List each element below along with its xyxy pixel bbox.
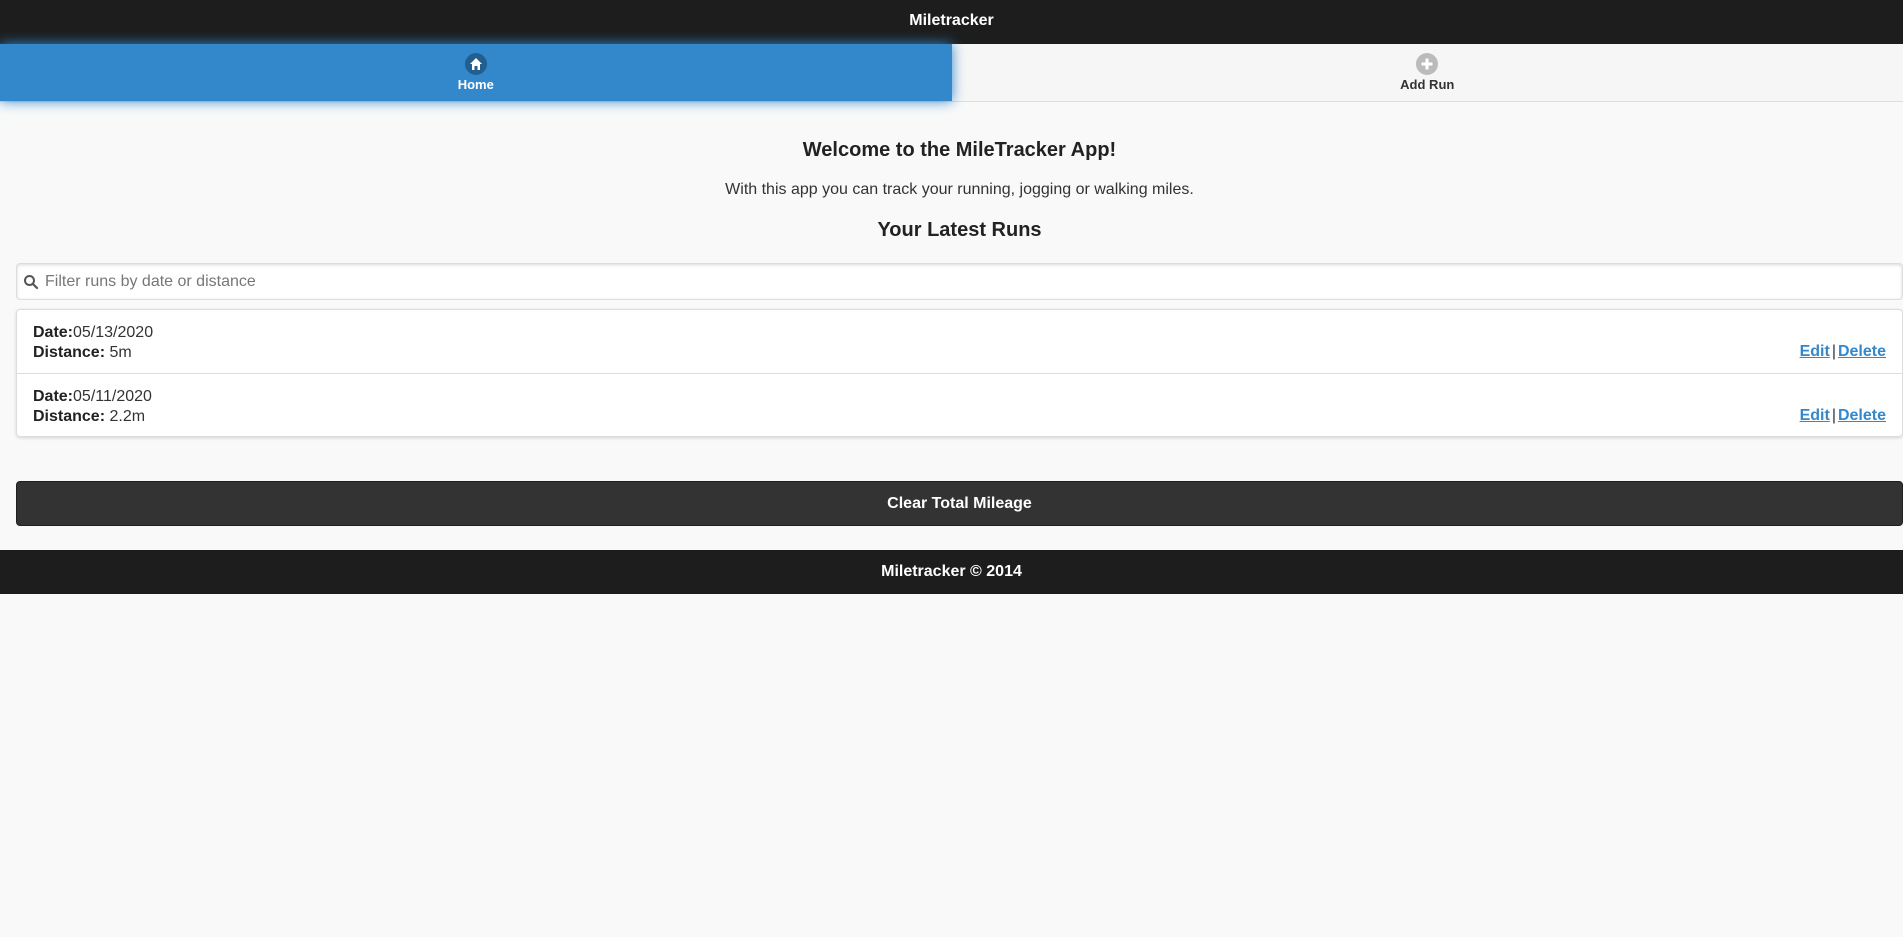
action-separator: | bbox=[1831, 407, 1836, 424]
run-date-label: Date: bbox=[33, 388, 74, 405]
search-icon bbox=[24, 275, 39, 290]
edit-link[interactable]: Edit bbox=[1800, 407, 1830, 424]
home-icon bbox=[464, 53, 487, 75]
edit-link[interactable]: Edit bbox=[1800, 343, 1830, 360]
run-date: 05/13/2020 bbox=[73, 324, 154, 341]
run-actions: Edit | Delete bbox=[1800, 342, 1886, 362]
intro-text: With this app you can track your running… bbox=[725, 181, 1194, 198]
delete-link[interactable]: Delete bbox=[1838, 407, 1886, 424]
run-distance-line: Distance: 2.2m bbox=[33, 407, 1886, 427]
run-distance-label: Distance: bbox=[33, 408, 106, 425]
app-footer: Miletracker © 2014 bbox=[0, 550, 1903, 594]
list-item: Date:05/13/2020 Distance: 5m Edit | Delete bbox=[17, 310, 1902, 373]
run-actions: Edit | Delete bbox=[1800, 406, 1886, 426]
run-distance-line: Distance: 5m bbox=[33, 343, 1886, 363]
nav-bar: Home Add Run bbox=[0, 44, 1903, 102]
delete-link[interactable]: Delete bbox=[1838, 343, 1886, 360]
app-title: Miletracker bbox=[909, 12, 994, 29]
welcome-heading: Welcome to the MileTracker App! bbox=[802, 139, 1117, 161]
run-list: Date:05/13/2020 Distance: 5m Edit | Delete… bbox=[16, 309, 1903, 437]
run-distance-label: Distance: bbox=[33, 344, 106, 361]
nav-add-run-button[interactable]: Add Run bbox=[952, 44, 1903, 101]
run-distance: 5m bbox=[109, 344, 132, 361]
list-item: Date:05/11/2020 Distance: 2.2m Edit | Dele… bbox=[17, 373, 1902, 436]
filter-field bbox=[16, 263, 1903, 300]
run-date: 05/11/2020 bbox=[73, 388, 152, 405]
plus-icon bbox=[1416, 53, 1439, 75]
footer-text: Miletracker © 2014 bbox=[881, 563, 1022, 580]
app-header: Miletracker bbox=[0, 0, 1903, 44]
nav-add-run-label: Add Run bbox=[1400, 77, 1455, 92]
nav-home-button[interactable]: Home bbox=[0, 44, 952, 101]
action-separator: | bbox=[1831, 343, 1836, 360]
main-content: Welcome to the MileTracker App! With thi… bbox=[0, 139, 1903, 526]
run-date-label: Date: bbox=[33, 324, 74, 341]
clear-total-mileage-button[interactable]: Clear Total Mileage bbox=[16, 481, 1903, 526]
run-distance: 2.2m bbox=[109, 408, 146, 425]
nav-home-label: Home bbox=[457, 77, 494, 92]
filter-input[interactable] bbox=[45, 264, 1898, 299]
run-date-line: Date:05/13/2020 bbox=[33, 323, 1886, 343]
run-date-line: Date:05/11/2020 bbox=[33, 387, 1886, 407]
latest-runs-heading: Your Latest Runs bbox=[877, 219, 1042, 241]
